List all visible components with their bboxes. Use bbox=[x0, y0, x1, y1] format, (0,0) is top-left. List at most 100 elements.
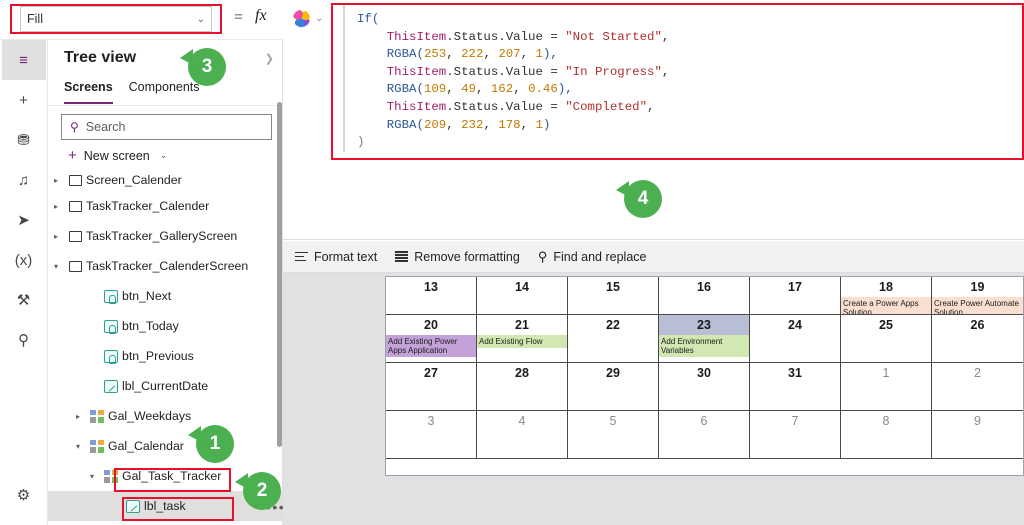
variables-icon[interactable]: (x) bbox=[2, 240, 46, 280]
calendar-cell[interactable]: 5 bbox=[568, 411, 659, 459]
calendar-gallery: 13 14 15 16 17 18 Create a Power Apps Solution… bbox=[385, 276, 1024, 476]
calendar-cell[interactable]: 14 bbox=[477, 277, 568, 315]
calendar-cell[interactable]: 30 bbox=[659, 363, 750, 411]
tools-icon[interactable]: ⚒ bbox=[2, 280, 46, 320]
calendar-task-item[interactable]: Create Power Automate Solution bbox=[932, 297, 1023, 314]
calendar-cell[interactable]: 2 bbox=[932, 363, 1023, 411]
calendar-cell[interactable]: 16 bbox=[659, 277, 750, 315]
calendar-cell[interactable]: 15 bbox=[568, 277, 659, 315]
calendar-cell[interactable]: 21 Add Existing Flow bbox=[477, 315, 568, 363]
format-text-button[interactable]: Format text bbox=[295, 250, 377, 264]
tree-node-tasktracker_calender[interactable]: TaskTracker_Calender bbox=[48, 191, 282, 221]
tree-node-gal_weekdays[interactable]: Gal_Weekdays bbox=[48, 401, 282, 431]
calendar-cell[interactable]: 22 bbox=[568, 315, 659, 363]
calendar-day-number: 1 bbox=[882, 366, 890, 380]
calendar-cell[interactable]: 17 bbox=[750, 277, 841, 315]
calendar-day-number: 25 bbox=[879, 318, 893, 332]
calendar-cell[interactable]: 20 Add Existing Power Apps Application bbox=[386, 315, 477, 363]
tab-components[interactable]: Components bbox=[129, 80, 200, 104]
chevron-right-icon[interactable] bbox=[48, 176, 64, 185]
formula-token: ThisItem bbox=[386, 29, 447, 44]
calendar-day-number: 4 bbox=[518, 414, 526, 428]
search-rail-icon[interactable]: ⚲ bbox=[2, 320, 46, 360]
calendar-cell[interactable]: 31 bbox=[750, 363, 841, 411]
tree-view-header: Tree view ❯ bbox=[48, 40, 282, 76]
new-screen-button[interactable]: + New screen ⌄ bbox=[48, 140, 282, 169]
calendar-cell[interactable]: 27 bbox=[386, 363, 477, 411]
find-and-replace-button[interactable]: ⚲ Find and replace bbox=[538, 249, 647, 265]
calendar-day-number: 28 bbox=[515, 366, 529, 380]
calendar-cell[interactable]: 25 bbox=[841, 315, 932, 363]
tree-node-btn_today[interactable]: btn_Today bbox=[48, 311, 282, 341]
chevron-right-icon[interactable] bbox=[48, 232, 64, 241]
calendar-cell[interactable]: 23 Add Environment Variables bbox=[659, 315, 750, 363]
calendar-cell[interactable]: 3 bbox=[386, 411, 477, 459]
formula-token: , bbox=[476, 82, 491, 97]
tree-node-btn_next[interactable]: btn_Next bbox=[48, 281, 282, 311]
equals-sign: = bbox=[234, 9, 244, 26]
calendar-day-number: 14 bbox=[515, 280, 529, 294]
calendar-day-number: 18 bbox=[879, 280, 893, 294]
tree-node-tasktracker_galleryscreen[interactable]: TaskTracker_GalleryScreen bbox=[48, 221, 282, 251]
calendar-cell[interactable]: 1 bbox=[841, 363, 932, 411]
settings-icon[interactable]: ⚙ bbox=[2, 475, 46, 515]
formula-input[interactable]: If( ThisItem.Status.Value = "Not Started… bbox=[343, 5, 1022, 152]
remove-formatting-button[interactable]: Remove formatting bbox=[395, 250, 520, 264]
tree-node-label: Gal_Weekdays bbox=[108, 409, 192, 423]
calendar-cell[interactable]: 13 bbox=[386, 277, 477, 315]
callout-badge-number: 2 bbox=[256, 480, 268, 501]
tree-node-screen_calender[interactable]: Screen_Calender bbox=[48, 169, 282, 191]
data-sources-icon[interactable]: ⛃ bbox=[2, 120, 46, 160]
calendar-cell[interactable]: 9 bbox=[932, 411, 1023, 459]
formula-toolbar: Format text Remove formatting ⚲ Find and re… bbox=[283, 241, 1024, 273]
calendar-day-number: 13 bbox=[424, 280, 438, 294]
chevron-right-icon[interactable] bbox=[48, 202, 64, 211]
tree-node-tasktracker_calenderscreen[interactable]: TaskTracker_CalenderScreen bbox=[48, 251, 282, 281]
property-dropdown[interactable]: Fill ⌄ bbox=[20, 6, 212, 32]
chevron-right-icon[interactable] bbox=[70, 412, 86, 421]
calendar-day-number: 9 bbox=[974, 414, 981, 428]
formula-bar-highlight: If( ThisItem.Status.Value = "Not Started… bbox=[331, 3, 1024, 160]
calendar-cell[interactable]: 6 bbox=[659, 411, 750, 459]
chevron-down-icon[interactable] bbox=[84, 472, 100, 481]
power-automate-icon-glyph: ➤ bbox=[17, 211, 30, 229]
tree-node-label: TaskTracker_CalenderScreen bbox=[86, 259, 249, 273]
copilot-icon bbox=[292, 9, 311, 28]
calendar-cell[interactable]: 19 Create Power Automate Solution bbox=[932, 277, 1023, 315]
chevron-down-icon[interactable] bbox=[70, 442, 86, 451]
insert-icon[interactable]: + bbox=[2, 80, 46, 120]
tree-node-gal_calendar[interactable]: Gal_Calendar bbox=[48, 431, 282, 461]
tree-scrollbar[interactable] bbox=[277, 102, 282, 447]
chevron-down-icon[interactable] bbox=[48, 262, 64, 271]
tree-node-label: TaskTracker_GalleryScreen bbox=[86, 229, 238, 243]
calendar-task-item[interactable]: Add Existing Flow bbox=[477, 335, 567, 348]
calendar-task-item[interactable]: Create a Power Apps Solution bbox=[841, 297, 931, 314]
screen-icon bbox=[64, 260, 86, 272]
tree-node-label: lbl_CurrentDate bbox=[122, 379, 209, 393]
calendar-task-item[interactable]: Add Existing Power Apps Application bbox=[386, 335, 476, 357]
tree-node-btn_previous[interactable]: btn_Previous bbox=[48, 341, 282, 371]
calendar-cell[interactable]: 4 bbox=[477, 411, 568, 459]
calendar-cell[interactable]: 29 bbox=[568, 363, 659, 411]
media-icon[interactable]: ♫ bbox=[2, 160, 46, 200]
property-bar: Fill ⌄ = fx bbox=[0, 0, 283, 40]
copilot-control[interactable]: ⌄ bbox=[292, 9, 323, 28]
calendar-cell[interactable]: 18 Create a Power Apps Solution bbox=[841, 277, 932, 315]
fx-icon: fx bbox=[255, 7, 267, 24]
calendar-cell[interactable]: 26 bbox=[932, 315, 1023, 363]
power-automate-icon[interactable]: ➤ bbox=[2, 200, 46, 240]
collapse-panel-icon[interactable]: ❯ bbox=[265, 52, 274, 65]
calendar-task-item[interactable]: Add Environment Variables bbox=[659, 335, 749, 357]
search-input[interactable]: ⚲ Search bbox=[61, 114, 272, 140]
calendar-cell[interactable]: 24 bbox=[750, 315, 841, 363]
tab-screens[interactable]: Screens bbox=[64, 80, 113, 104]
calendar-cell[interactable]: 8 bbox=[841, 411, 932, 459]
calendar-cell[interactable]: 7 bbox=[750, 411, 841, 459]
formula-token: , bbox=[661, 29, 670, 44]
tree-view-icon[interactable]: ≡ bbox=[1, 40, 46, 80]
formula-token: If( bbox=[357, 12, 380, 26]
formula-line: ) bbox=[357, 134, 1022, 152]
tree-node-lbl_currentdate[interactable]: lbl_CurrentDate bbox=[48, 371, 282, 401]
formula-token: RGBA( bbox=[386, 47, 424, 62]
calendar-cell[interactable]: 28 bbox=[477, 363, 568, 411]
